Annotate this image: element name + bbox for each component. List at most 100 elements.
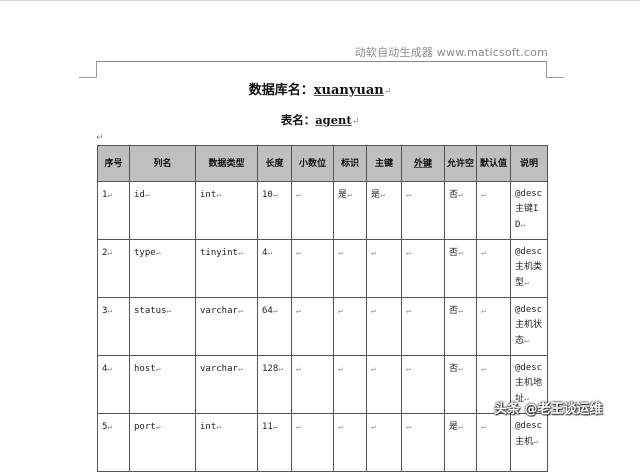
cell-text: int bbox=[200, 190, 217, 200]
table-cell: status↵ bbox=[129, 297, 196, 356]
table-name-heading: 表名：agent↵ bbox=[0, 112, 640, 128]
table-cell: 是↵ bbox=[333, 181, 367, 240]
table-cell: ↵ bbox=[401, 181, 445, 240]
table-cell: tinyint↵ bbox=[195, 239, 258, 298]
schema-table-body: 1↵ id↵ int↵ 10↵ ↵ 是↵ 是↵ ↵ 否↵ ↵ @desc 主键ID↵ 2↵ type↵ t… bbox=[97, 181, 548, 472]
col-header-datatype: 数据类型 bbox=[195, 145, 258, 182]
paragraph-mark-icon: ↵ bbox=[371, 422, 376, 431]
paragraph-mark-icon: ↵ bbox=[338, 364, 343, 373]
paragraph-mark-icon: ↵ bbox=[458, 422, 463, 431]
paragraph-mark-icon: ↵ bbox=[406, 248, 411, 257]
cell-text: varchar bbox=[200, 364, 238, 374]
paragraph-mark-icon: ↵ bbox=[520, 220, 526, 229]
col-header-nullable: 允许空 bbox=[444, 145, 477, 182]
paragraph-mark-icon: ↵ bbox=[481, 306, 486, 315]
cell-text: varchar bbox=[200, 306, 238, 316]
table-cell: 否↵ bbox=[444, 239, 477, 298]
paragraph-mark-icon: ↵ bbox=[458, 364, 463, 373]
cell-text: port bbox=[134, 422, 156, 432]
table-cell: port↵ bbox=[129, 413, 196, 472]
table-row: 2↵ type↵ tinyint↵ 4↵ ↵ ↵ ↵ ↵ 否↵ ↵ @desc 主机类型↵ bbox=[97, 239, 548, 298]
paragraph-mark-icon: ↵ bbox=[237, 248, 243, 257]
paragraph-mark-icon: ↵ bbox=[524, 336, 529, 345]
paragraph-mark-icon: ↵ bbox=[481, 364, 486, 373]
paragraph-mark-icon: ↵ bbox=[458, 248, 463, 257]
paragraph-mark-icon: ↵ bbox=[458, 190, 463, 199]
paragraph-mark-icon: ↵ bbox=[237, 364, 243, 373]
table-cell: ↵ bbox=[476, 181, 511, 240]
cell-text: status bbox=[134, 306, 167, 316]
cell-text: type bbox=[134, 248, 156, 258]
cell-text: 是 bbox=[338, 190, 348, 200]
paragraph-mark-icon: ↵ bbox=[458, 306, 463, 315]
table-cell: ↵ bbox=[401, 413, 445, 472]
table-cell: @desc 主机↵ bbox=[510, 413, 548, 472]
table-cell: 3↵ bbox=[97, 297, 130, 356]
table-cell: @desc 主机类型↵ bbox=[510, 239, 548, 298]
table-cell: ↵ bbox=[401, 297, 445, 356]
table-cell: 是↵ bbox=[444, 413, 477, 472]
table-cell: int↵ bbox=[195, 413, 258, 472]
table-cell: @desc 主机状态↵ bbox=[510, 297, 548, 356]
cell-text: id bbox=[134, 190, 145, 200]
paragraph-mark-icon: ↵ bbox=[383, 87, 392, 97]
table-cell: ↵ bbox=[476, 297, 511, 356]
table-cell: ↵ bbox=[476, 413, 511, 472]
crop-mark-left-h bbox=[79, 77, 96, 78]
crop-mark-right-h bbox=[546, 77, 564, 78]
col-header-name: 列名 bbox=[129, 145, 196, 182]
paragraph-mark-icon: ↵ bbox=[533, 437, 538, 446]
schema-table: 序号 列名 数据类型 长度 小数位 标识 主键 外键 允许空 默认值 说明 1↵… bbox=[97, 145, 548, 472]
table-cell: 10↵ bbox=[257, 181, 292, 240]
table-cell: ↵ bbox=[366, 297, 402, 356]
table-cell: 4↵ bbox=[97, 355, 130, 414]
paragraph-mark-icon: ↵ bbox=[481, 248, 486, 257]
paragraph-mark-icon: ↵ bbox=[237, 306, 243, 315]
table-header-row: 序号 列名 数据类型 长度 小数位 标识 主键 外键 允许空 默认值 说明 bbox=[97, 145, 548, 182]
table-cell: ↵ bbox=[476, 239, 511, 298]
cell-text: 否 bbox=[449, 190, 459, 200]
database-value: xuanyuan bbox=[313, 83, 384, 98]
document-page: 动软自动生成器 www.maticsoft.com 数据库名：xuanyuan↵… bbox=[0, 0, 640, 472]
table-cell: varchar↵ bbox=[195, 355, 258, 414]
paragraph-mark-icon: ↵ bbox=[272, 306, 278, 315]
paragraph-mark-icon: ↵ bbox=[155, 248, 161, 257]
table-cell: ↵ bbox=[333, 355, 367, 414]
paragraph-mark-icon: ↵ bbox=[166, 306, 172, 315]
table-cell: @desc 主键ID↵ bbox=[510, 181, 548, 240]
paragraph-mark-icon: ↵ bbox=[272, 190, 278, 199]
paragraph-mark-icon: ↵ bbox=[272, 422, 278, 431]
col-header-index: 序号 bbox=[97, 145, 130, 182]
paragraph-mark-icon: ↵ bbox=[144, 190, 150, 199]
paragraph-mark-icon: ↵ bbox=[107, 190, 113, 199]
paragraph-mark-icon: ↵ bbox=[351, 117, 360, 127]
paragraph-mark-icon: ↵ bbox=[406, 364, 411, 373]
cell-text: 10 bbox=[262, 190, 273, 200]
paragraph-mark-icon: ↵ bbox=[107, 306, 113, 315]
paragraph-mark-icon: ↵ bbox=[107, 248, 113, 257]
cell-text: 11 bbox=[262, 422, 273, 432]
paragraph-mark-icon: ↵ bbox=[524, 278, 529, 287]
paragraph-mark-icon: ↵ bbox=[371, 248, 376, 257]
col-header-decimals: 小数位 bbox=[291, 145, 334, 182]
paragraph-mark-icon: ↵ bbox=[107, 364, 113, 373]
cell-text: 是 bbox=[371, 190, 381, 200]
table-label: 表名： bbox=[280, 113, 316, 127]
paragraph-mark-icon: ↵ bbox=[406, 306, 411, 315]
cell-text: host bbox=[134, 364, 156, 374]
table-cell: host↵ bbox=[129, 355, 196, 414]
paragraph-mark-icon: ↵ bbox=[155, 364, 161, 373]
paragraph-mark-icon: ↵ bbox=[481, 422, 486, 431]
paragraph-mark-icon: ↵ bbox=[338, 306, 343, 315]
table-cell: ↵ bbox=[291, 297, 334, 356]
table-cell: ↵ bbox=[333, 413, 367, 472]
col-header-length: 长度 bbox=[257, 145, 292, 182]
paragraph-mark-icon: ↵ bbox=[371, 306, 376, 315]
col-header-description: 说明 bbox=[510, 145, 548, 182]
table-cell: ↵ bbox=[401, 355, 445, 414]
database-name-heading: 数据库名：xuanyuan↵ bbox=[0, 79, 640, 98]
cell-text: 否 bbox=[449, 248, 459, 258]
paragraph-mark-icon: ↵ bbox=[371, 364, 376, 373]
table-cell: 1↵ bbox=[97, 181, 130, 240]
table-row: 4↵ host↵ varchar↵ 128↵ ↵ ↵ ↵ ↵ 否↵ ↵ @desc 主机地址↵ bbox=[97, 355, 548, 414]
